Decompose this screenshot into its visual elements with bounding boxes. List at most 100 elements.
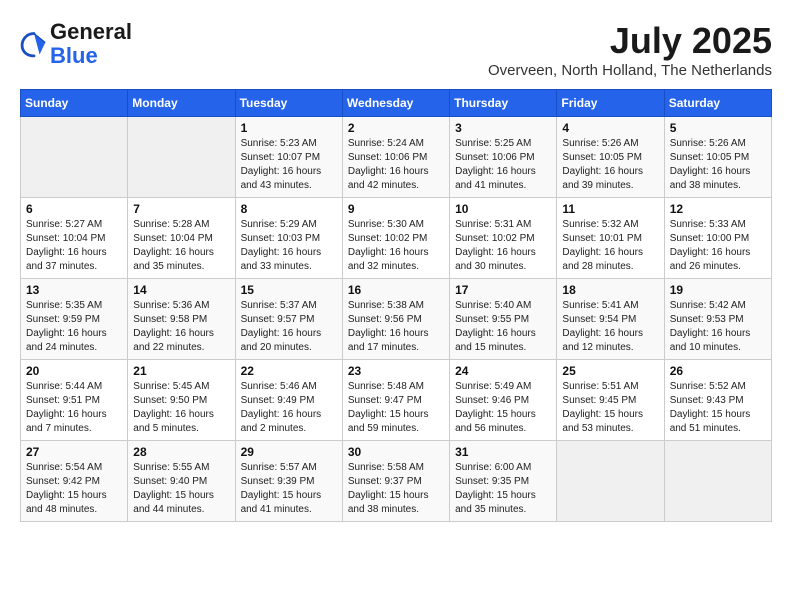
day-info: Sunrise: 5:33 AM Sunset: 10:00 PM Daylig… <box>670 218 766 274</box>
column-header-thursday: Thursday <box>450 90 557 117</box>
calendar-cell: 27 Sunrise: 5:54 AM Sunset: 9:42 PM Dayli… <box>21 441 128 522</box>
calendar-cell: 7Sunrise: 5:28 AM Sunset: 10:04 PM Dayli… <box>128 198 235 279</box>
calendar-cell: 13Sunrise: 5:35 AM Sunset: 9:59 PM Dayli… <box>21 279 128 360</box>
day-number: 1 <box>241 121 337 135</box>
day-number: 22 <box>241 364 337 378</box>
day-number: 31 <box>455 445 551 459</box>
day-info: Sunrise: 5:57 AM Sunset: 9:39 PM Dayligh… <box>241 461 337 517</box>
day-info: Sunrise: 5:37 AM Sunset: 9:57 PM Dayligh… <box>241 299 337 355</box>
day-number: 17 <box>455 283 551 297</box>
calendar-cell: 2 Sunrise: 5:24 AM Sunset: 10:06 PM Dayli… <box>342 117 449 198</box>
day-info: Sunrise: 5:54 AM Sunset: 9:42 PM Dayligh… <box>26 461 122 517</box>
calendar-cell <box>128 117 235 198</box>
day-number: 19 <box>670 283 766 297</box>
day-info: Sunrise: 5:40 AM Sunset: 9:55 PM Dayligh… <box>455 299 551 355</box>
column-header-friday: Friday <box>557 90 664 117</box>
calendar-cell: 15 Sunrise: 5:37 AM Sunset: 9:57 PM Dayli… <box>235 279 342 360</box>
day-info: Sunrise: 5:42 AM Sunset: 9:53 PM Dayligh… <box>670 299 766 355</box>
day-info: Sunrise: 5:32 AM Sunset: 10:01 PM Daylig… <box>562 218 658 274</box>
calendar-cell: 24 Sunrise: 5:49 AM Sunset: 9:46 PM Dayli… <box>450 360 557 441</box>
month-title: July 2025 <box>488 20 772 62</box>
day-number: 7 <box>133 202 229 216</box>
day-number: 10 <box>455 202 551 216</box>
day-info: Sunrise: 5:26 AM Sunset: 10:05 PM Daylig… <box>670 137 766 193</box>
day-info: Sunrise: 5:26 AM Sunset: 10:05 PM Daylig… <box>562 137 658 193</box>
day-info: Sunrise: 5:30 AM Sunset: 10:02 PM Daylig… <box>348 218 444 274</box>
day-number: 29 <box>241 445 337 459</box>
logo-icon <box>20 30 48 58</box>
day-number: 12 <box>670 202 766 216</box>
day-info: Sunrise: 5:36 AM Sunset: 9:58 PM Dayligh… <box>133 299 229 355</box>
day-number: 30 <box>348 445 444 459</box>
day-number: 20 <box>26 364 122 378</box>
calendar-cell <box>664 441 771 522</box>
day-number: 23 <box>348 364 444 378</box>
calendar-cell: 18Sunrise: 5:41 AM Sunset: 9:54 PM Dayli… <box>557 279 664 360</box>
calendar-week-row: 1 Sunrise: 5:23 AM Sunset: 10:07 PM Dayli… <box>21 117 772 198</box>
day-info: Sunrise: 5:27 AM Sunset: 10:04 PM Daylig… <box>26 218 122 274</box>
calendar-cell: 1 Sunrise: 5:23 AM Sunset: 10:07 PM Dayli… <box>235 117 342 198</box>
calendar-cell <box>557 441 664 522</box>
day-number: 6 <box>26 202 122 216</box>
calendar-cell: 23Sunrise: 5:48 AM Sunset: 9:47 PM Dayli… <box>342 360 449 441</box>
calendar-cell: 26Sunrise: 5:52 AM Sunset: 9:43 PM Dayli… <box>664 360 771 441</box>
day-number: 4 <box>562 121 658 135</box>
calendar-week-row: 6 Sunrise: 5:27 AM Sunset: 10:04 PM Dayli… <box>21 198 772 279</box>
day-info: Sunrise: 5:24 AM Sunset: 10:06 PM Daylig… <box>348 137 444 193</box>
calendar-cell: 28 Sunrise: 5:55 AM Sunset: 9:40 PM Dayli… <box>128 441 235 522</box>
calendar-body: 1 Sunrise: 5:23 AM Sunset: 10:07 PM Dayli… <box>21 117 772 522</box>
calendar-cell: 4 Sunrise: 5:26 AM Sunset: 10:05 PM Dayli… <box>557 117 664 198</box>
calendar-cell: 12 Sunrise: 5:33 AM Sunset: 10:00 PM Dayl… <box>664 198 771 279</box>
day-number: 3 <box>455 121 551 135</box>
calendar-cell: 31 Sunrise: 6:00 AM Sunset: 9:35 PM Dayli… <box>450 441 557 522</box>
day-info: Sunrise: 5:51 AM Sunset: 9:45 PM Dayligh… <box>562 380 658 436</box>
calendar-cell: 16 Sunrise: 5:38 AM Sunset: 9:56 PM Dayli… <box>342 279 449 360</box>
day-number: 18 <box>562 283 658 297</box>
day-info: Sunrise: 5:55 AM Sunset: 9:40 PM Dayligh… <box>133 461 229 517</box>
calendar-week-row: 20 Sunrise: 5:44 AM Sunset: 9:51 PM Dayli… <box>21 360 772 441</box>
calendar-cell: 8Sunrise: 5:29 AM Sunset: 10:03 PM Dayli… <box>235 198 342 279</box>
logo: General Blue <box>20 20 132 68</box>
day-info: Sunrise: 5:45 AM Sunset: 9:50 PM Dayligh… <box>133 380 229 436</box>
calendar-cell: 25 Sunrise: 5:51 AM Sunset: 9:45 PM Dayli… <box>557 360 664 441</box>
column-header-wednesday: Wednesday <box>342 90 449 117</box>
column-header-monday: Monday <box>128 90 235 117</box>
day-number: 27 <box>26 445 122 459</box>
day-info: Sunrise: 5:46 AM Sunset: 9:49 PM Dayligh… <box>241 380 337 436</box>
day-number: 2 <box>348 121 444 135</box>
day-info: Sunrise: 5:29 AM Sunset: 10:03 PM Daylig… <box>241 218 337 274</box>
day-info: Sunrise: 5:23 AM Sunset: 10:07 PM Daylig… <box>241 137 337 193</box>
day-info: Sunrise: 6:00 AM Sunset: 9:35 PM Dayligh… <box>455 461 551 517</box>
calendar-week-row: 27 Sunrise: 5:54 AM Sunset: 9:42 PM Dayli… <box>21 441 772 522</box>
day-info: Sunrise: 5:31 AM Sunset: 10:02 PM Daylig… <box>455 218 551 274</box>
day-info: Sunrise: 5:49 AM Sunset: 9:46 PM Dayligh… <box>455 380 551 436</box>
calendar-cell: 14 Sunrise: 5:36 AM Sunset: 9:58 PM Dayli… <box>128 279 235 360</box>
day-info: Sunrise: 5:44 AM Sunset: 9:51 PM Dayligh… <box>26 380 122 436</box>
calendar-cell: 22 Sunrise: 5:46 AM Sunset: 9:49 PM Dayli… <box>235 360 342 441</box>
logo-general: General <box>50 19 132 44</box>
day-number: 24 <box>455 364 551 378</box>
day-number: 26 <box>670 364 766 378</box>
day-info: Sunrise: 5:58 AM Sunset: 9:37 PM Dayligh… <box>348 461 444 517</box>
logo-blue: Blue <box>50 43 98 68</box>
day-number: 9 <box>348 202 444 216</box>
location: Overveen, North Holland, The Netherlands <box>488 62 772 79</box>
calendar-cell: 10 Sunrise: 5:31 AM Sunset: 10:02 PM Dayl… <box>450 198 557 279</box>
day-number: 21 <box>133 364 229 378</box>
calendar-cell: 17 Sunrise: 5:40 AM Sunset: 9:55 PM Dayli… <box>450 279 557 360</box>
day-number: 28 <box>133 445 229 459</box>
day-number: 15 <box>241 283 337 297</box>
day-info: Sunrise: 5:38 AM Sunset: 9:56 PM Dayligh… <box>348 299 444 355</box>
title-block: July 2025 Overveen, North Holland, The N… <box>488 20 772 79</box>
day-number: 14 <box>133 283 229 297</box>
calendar-cell: 5 Sunrise: 5:26 AM Sunset: 10:05 PM Dayli… <box>664 117 771 198</box>
day-number: 5 <box>670 121 766 135</box>
day-number: 25 <box>562 364 658 378</box>
calendar-cell <box>21 117 128 198</box>
day-number: 16 <box>348 283 444 297</box>
day-info: Sunrise: 5:25 AM Sunset: 10:06 PM Daylig… <box>455 137 551 193</box>
calendar-cell: 3 Sunrise: 5:25 AM Sunset: 10:06 PM Dayli… <box>450 117 557 198</box>
calendar-cell: 20 Sunrise: 5:44 AM Sunset: 9:51 PM Dayli… <box>21 360 128 441</box>
calendar-header-row: SundayMondayTuesdayWednesdayThursdayFrid… <box>21 90 772 117</box>
day-number: 11 <box>562 202 658 216</box>
